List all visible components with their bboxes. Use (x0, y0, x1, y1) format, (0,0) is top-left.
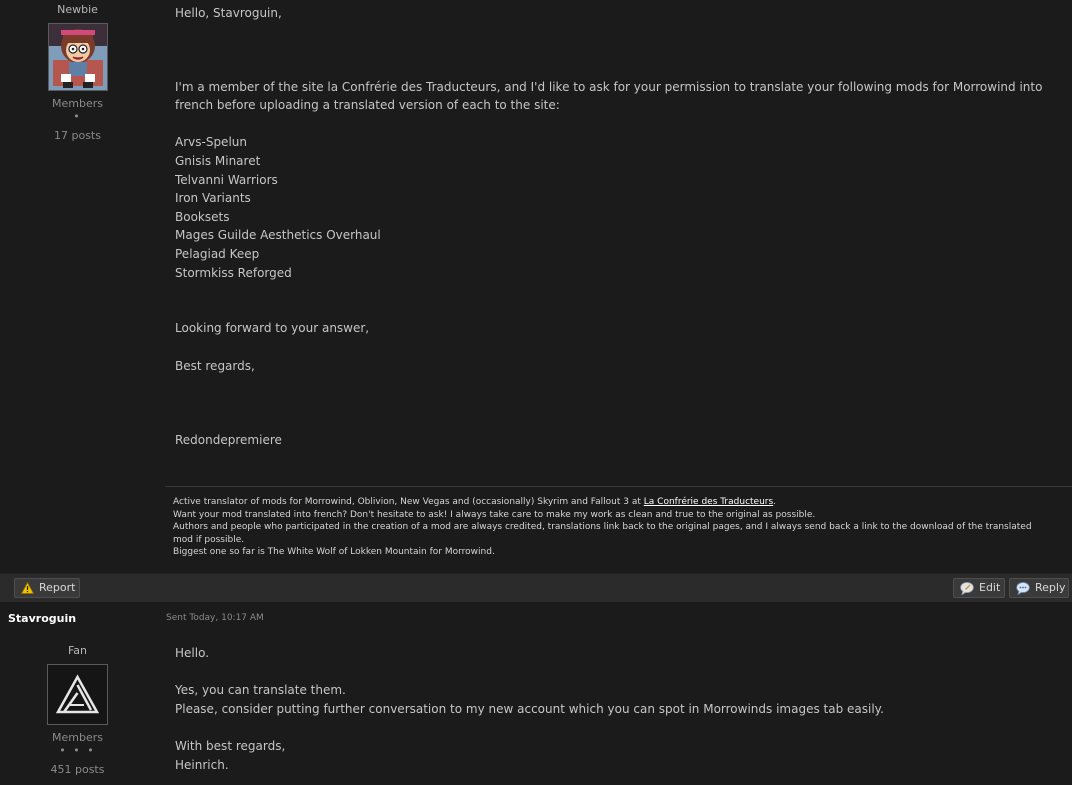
author-post-count: 17 posts (54, 129, 101, 142)
avatar[interactable] (47, 23, 108, 91)
edit-label: Edit (979, 581, 1001, 594)
mod-list-item: Mages Guilde Aesthetics Overhaul (175, 228, 381, 243)
reply-bubble-icon (1016, 581, 1030, 595)
author-pips: • • • (59, 744, 96, 757)
signature-link[interactable]: La Confrérie des Traducteurs (644, 497, 773, 507)
signature: Active translator of mods for Morrowind,… (173, 496, 1053, 559)
mod-list-item: Booksets (175, 209, 230, 224)
signature-divider (165, 486, 1072, 487)
message-body: Hello, Stavroguin, I'm a member of the s… (175, 4, 1055, 450)
reply-label: Reply (1035, 581, 1066, 594)
closing-line: Looking forward to your answer, (175, 321, 370, 336)
avatar[interactable] (47, 664, 108, 725)
author-group: Members (52, 731, 103, 744)
warning-icon (21, 582, 34, 594)
mod-list: Arvs-Spelun Gnisis Minaret Telvanni Warrio… (175, 133, 1055, 282)
mod-list-item: Gnisis Minaret (175, 153, 261, 168)
post-action-bar: Report Edit Reply (0, 573, 1072, 603)
author-rank: Fan (67, 644, 88, 657)
author-panel: Newbie Members • 17 posts (0, 3, 155, 142)
reply-button[interactable]: Reply (1009, 578, 1069, 598)
regards-line: Best regards, (175, 358, 255, 373)
reply-line-4: With best regards, (175, 738, 286, 753)
avatar-image (48, 24, 107, 90)
mod-list-item: Pelagiad Keep (175, 246, 260, 261)
greeting: Hello, Stavroguin, (175, 6, 282, 20)
edit-button[interactable]: Edit (953, 578, 1005, 598)
edit-bubble-icon (960, 581, 974, 595)
report-button[interactable]: Report (14, 578, 80, 598)
mod-list-item: Arvs-Spelun (175, 135, 247, 150)
sent-timestamp: Sent Today, 10:17 AM (166, 613, 264, 623)
message-body: Hello. Yes, you can translate them. Plea… (175, 644, 1055, 774)
message-post-1: Newbie Members • 17 posts Hello, Stavrog… (0, 0, 1072, 573)
reply-line-1: Hello. (175, 646, 210, 660)
reply-line-3: Please, consider putting further convers… (175, 701, 884, 716)
post-2-header: Stavroguin Sent Today, 10:17 AM (0, 602, 1072, 632)
mod-list-item: Iron Variants (175, 191, 251, 206)
avatar-image (48, 665, 107, 724)
signature-line-1: Active translator of mods for Morrowind,… (173, 496, 1053, 509)
reply-line-5: Heinrich. (175, 757, 229, 772)
author-post-count: 451 posts (50, 763, 105, 776)
signature-text: Active translator of mods for Morrowind,… (173, 497, 641, 507)
signature-line-3: Authors and people who participated in t… (173, 522, 1032, 545)
reply-line-2: Yes, you can translate them. (175, 683, 346, 698)
author-name-link[interactable]: Stavroguin (8, 612, 76, 625)
signature-line-2: Want your mod translated into french? Do… (173, 509, 816, 520)
author-pips: • (73, 110, 82, 123)
sender-name: Redondepremiere (175, 433, 282, 448)
author-group: Members (52, 97, 103, 110)
signature-period: . (773, 497, 777, 507)
message-post-2: Fan Members • • • 451 posts Hello. Yes, … (0, 632, 1072, 785)
author-panel: Fan Members • • • 451 posts (0, 644, 155, 776)
mod-list-item: Stormkiss Reforged (175, 265, 292, 280)
author-rank: Newbie (57, 3, 98, 16)
mod-list-item: Telvanni Warriors (175, 172, 278, 187)
intro-paragraph: I'm a member of the site la Confrérie de… (175, 79, 1043, 113)
report-label: Report (39, 581, 76, 594)
signature-line-4: Biggest one so far is The White Wolf of … (173, 547, 495, 558)
